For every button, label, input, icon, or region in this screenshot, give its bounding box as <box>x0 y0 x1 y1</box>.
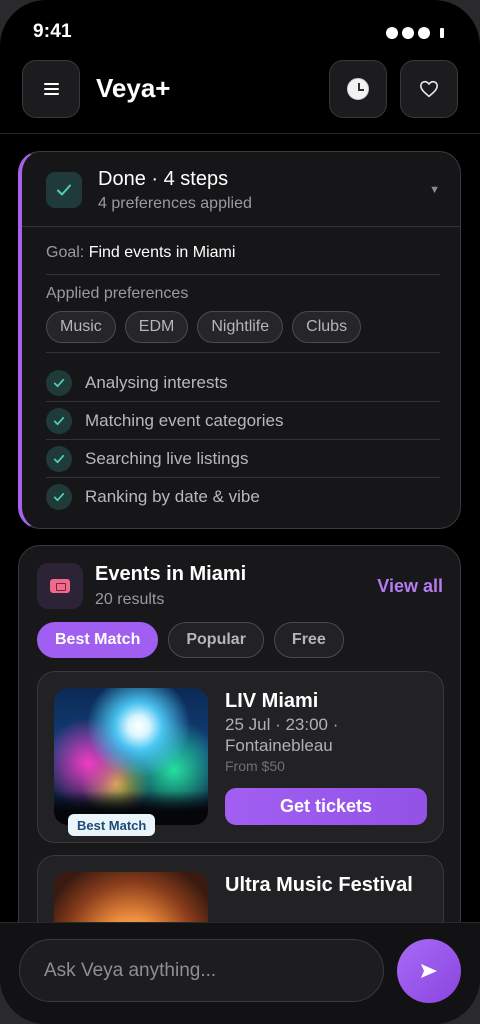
step-label: Analysing interests <box>85 373 228 392</box>
divider <box>22 226 460 227</box>
filter-popular[interactable]: Popular <box>168 622 264 658</box>
event-card[interactable]: Best Match LIV Miami 25 Jul · 23:00 · Fo… <box>37 671 444 843</box>
preference-chip[interactable]: Music <box>46 311 116 343</box>
event-venue: Fontainebleau <box>225 736 333 755</box>
event-name: Ultra Music Festival <box>225 874 413 896</box>
composer-bar <box>0 922 480 1024</box>
check-icon <box>46 370 72 396</box>
check-icon <box>46 446 72 472</box>
filter-free[interactable]: Free <box>273 622 344 658</box>
step-label: Matching event categories <box>85 411 284 430</box>
step-item: Searching live listings <box>46 440 440 478</box>
signal-battery-indicator <box>386 27 444 39</box>
preference-chip[interactable]: Clubs <box>292 311 362 343</box>
preference-chip[interactable]: EDM <box>124 311 189 343</box>
event-meta: 25 Jul · 23:00 · Fontainebleau <box>225 714 425 756</box>
signal-dot-icon <box>402 27 414 39</box>
hamburger-icon <box>43 83 59 95</box>
progress-title: Done · 4 steps <box>98 168 229 190</box>
ask-input[interactable] <box>19 939 384 1002</box>
app-screen: 9:41 Veya+ Done · 4 steps 4 preferences … <box>0 0 480 1024</box>
divider <box>46 274 440 275</box>
clock-icon <box>347 78 369 100</box>
send-button[interactable] <box>397 939 461 1003</box>
events-count: 20 results <box>95 591 165 608</box>
signal-dot-icon <box>418 27 430 39</box>
filter-best-match[interactable]: Best Match <box>37 622 159 658</box>
favorites-button[interactable] <box>400 60 458 118</box>
step-item: Matching event categories <box>46 402 440 440</box>
status-bar: 9:41 <box>0 0 480 60</box>
signal-dot-icon <box>386 27 398 39</box>
view-all-link[interactable]: View all <box>377 576 443 597</box>
task-progress-card[interactable]: Done · 4 steps 4 preferences applied ▼ G… <box>18 151 461 529</box>
event-price: From $50 <box>225 758 285 774</box>
event-name: LIV Miami <box>225 690 319 712</box>
ticket-icon <box>37 563 83 609</box>
get-tickets-button[interactable]: Get tickets <box>225 788 427 825</box>
step-item: Ranking by date & vibe <box>46 478 440 516</box>
goal-label: Goal: <box>46 244 85 261</box>
menu-button[interactable] <box>22 60 80 118</box>
event-date: 25 Jul · 23:00 · <box>225 715 339 734</box>
step-label: Searching live listings <box>85 449 249 468</box>
preferences-label: Applied preferences <box>46 285 189 302</box>
app-title: Veya+ <box>96 73 171 103</box>
step-item: Analysing interests <box>46 364 440 402</box>
progress-subtitle: 4 preferences applied <box>98 195 252 212</box>
history-button[interactable] <box>329 60 387 118</box>
preference-chip[interactable]: Nightlife <box>197 311 284 343</box>
heart-icon <box>420 80 438 98</box>
best-match-badge: Best Match <box>68 814 156 836</box>
event-image <box>54 688 208 825</box>
collapse-caret-icon[interactable]: ▼ <box>429 184 440 196</box>
divider <box>46 352 440 353</box>
status-time: 9:41 <box>33 21 72 42</box>
events-title: Events in Miami <box>95 563 247 585</box>
preference-chips: Music EDM Nightlife Clubs <box>46 311 362 343</box>
battery-icon <box>440 28 444 38</box>
filter-tabs: Best Match Popular Free <box>37 622 344 658</box>
step-label: Ranking by date & vibe <box>85 487 260 506</box>
send-arrow-icon <box>421 964 437 978</box>
check-icon <box>46 484 72 510</box>
done-check-icon <box>46 172 82 208</box>
goal-value: Find events in Miami <box>88 244 236 261</box>
app-header: Veya+ <box>0 60 480 134</box>
goal-row: Goal: Find events in Miami <box>46 244 235 262</box>
check-icon <box>46 408 72 434</box>
